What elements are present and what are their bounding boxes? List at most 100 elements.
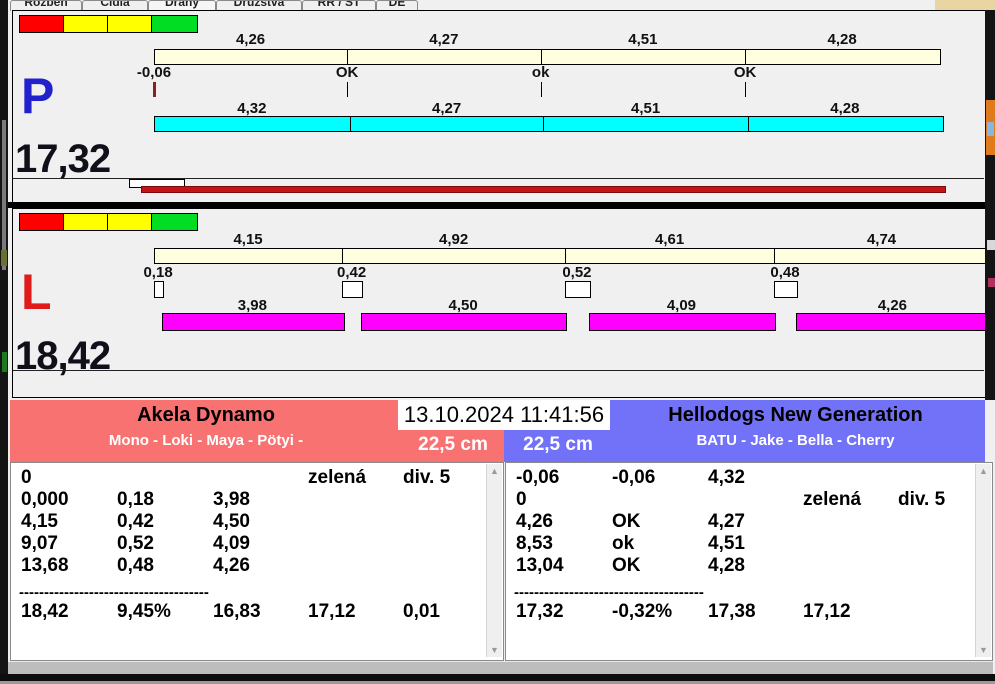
status-square [151, 15, 198, 33]
result-cell: 4,26 [516, 511, 553, 531]
gate-mark-label: -0,06 [114, 64, 194, 79]
status-square [63, 213, 110, 231]
run-bar [154, 116, 944, 132]
exchange-time-label: 0,52 [537, 264, 617, 279]
result-cell: 4,26 [213, 555, 250, 575]
exchange-box [774, 281, 798, 298]
sensor-time-label: 4,28 [802, 31, 882, 46]
exchange-box [342, 281, 363, 298]
results-separator: -------------------------------------- [19, 584, 209, 600]
run-timestamp: 13.10.2024 11:41:56 [398, 400, 610, 430]
scroll-up-icon[interactable]: ▲ [976, 466, 991, 476]
scroll-up-icon[interactable]: ▲ [487, 466, 502, 476]
sensor-bar-divider [342, 249, 343, 263]
run-bar-divider [543, 117, 544, 131]
jump-height-left: 22,5 cm [408, 434, 498, 456]
team-members-right: BATU - Jake - Bella - Cherry [608, 432, 983, 449]
sensor-time-label: 4,15 [208, 231, 288, 246]
status-square [151, 213, 198, 231]
result-total-cell: 17,12 [803, 601, 851, 621]
result-cell: 4,27 [708, 511, 745, 531]
results-list-left[interactable]: 0zelenádiv. 50,0000,183,984,150,424,509,… [10, 462, 504, 661]
result-cell: 0,18 [117, 489, 154, 509]
tab-label: Dráhy [149, 0, 215, 9]
gate-mark-label: OK [705, 64, 785, 79]
result-total-cell: 17,38 [708, 601, 756, 621]
result-total-cell: 18,42 [21, 601, 69, 621]
tab-label: Čidla [83, 0, 147, 9]
exchange-box [154, 281, 164, 298]
sensor-bar-divider [541, 50, 542, 64]
results-list-left-body: 0zelenádiv. 50,0000,183,984,150,424,509,… [11, 463, 485, 658]
desktop-edge-left [0, 0, 8, 674]
scrollbar-right[interactable]: ▲ ▼ [975, 464, 991, 657]
sensor-time-label: 4,74 [842, 231, 922, 246]
tab-label: DE [377, 0, 417, 9]
lane-graph-p: 4,264,274,514,28-0,06OKokOK4,324,274,514… [13, 11, 986, 177]
run-bar [589, 313, 776, 331]
scroll-down-icon[interactable]: ▼ [487, 645, 502, 655]
run-time-label: 4,28 [805, 100, 885, 115]
status-square [63, 15, 110, 33]
exchange-time-label: 0,42 [312, 264, 392, 279]
sensor-bar-divider [774, 249, 775, 263]
result-cell: 9,07 [21, 533, 58, 553]
result-total-cell: 16,83 [213, 601, 261, 621]
sensor-time-label: 4,61 [630, 231, 710, 246]
run-time-label: 4,09 [641, 297, 721, 312]
desktop-icon-fragment [987, 240, 995, 250]
result-cell: div. 5 [403, 467, 450, 487]
scrollbar-left[interactable]: ▲ ▼ [486, 464, 502, 657]
result-total-cell: -0,32% [612, 601, 672, 621]
window-bottom-border [0, 674, 995, 681]
desktop-icon-fragment [987, 122, 994, 136]
team-name-left: Akela Dynamo [10, 404, 402, 427]
result-cell: 0,42 [117, 511, 154, 531]
run-time-label: 4,51 [606, 100, 686, 115]
progress-bar [141, 186, 946, 193]
tab-label: RR / ST [303, 0, 375, 9]
lane-graph-l: 4,154,924,614,740,180,420,520,483,984,50… [13, 209, 986, 369]
result-cell: 0 [516, 489, 527, 509]
exchange-box [565, 281, 591, 298]
gate-tick [347, 82, 348, 97]
desktop-icon-fragment [988, 278, 995, 287]
sensor-bar-divider [745, 50, 746, 64]
team-members-left: Mono - Loki - Maya - Pötyi - [10, 432, 402, 449]
result-cell: 0,000 [21, 489, 69, 509]
results-list-right-body: -0,06-0,064,320zelenádiv. 54,26OK4,278,5… [506, 463, 974, 658]
status-square [107, 15, 154, 33]
result-cell: 3,98 [213, 489, 250, 509]
gate-mark-label: OK [307, 64, 387, 79]
separator-line [13, 370, 984, 371]
exchange-time-label: 0,48 [745, 264, 825, 279]
lane-panel-l: L 18,42 4,154,924,614,740,180,420,520,48… [12, 208, 987, 398]
result-cell: -0,06 [612, 467, 655, 487]
result-cell: OK [612, 555, 641, 575]
screen: RozběhČidlaDráhyDružstvaRR / STDE P 17,3… [0, 0, 995, 684]
run-bar-divider [350, 117, 351, 131]
result-cell: 0,48 [117, 555, 154, 575]
result-cell: 4,51 [708, 533, 745, 553]
run-time-label: 4,26 [852, 297, 932, 312]
sensor-bar [154, 248, 991, 264]
result-cell: 4,28 [708, 555, 745, 575]
run-bar [162, 313, 344, 331]
sensor-bar-divider [347, 50, 348, 64]
result-total-cell: 17,32 [516, 601, 564, 621]
gate-mark-label: ok [501, 64, 581, 79]
status-square [107, 213, 154, 231]
desktop-fleck [1, 250, 7, 266]
result-cell: zelená [308, 467, 366, 487]
run-bar [796, 313, 991, 331]
sensor-time-label: 4,27 [404, 31, 484, 46]
exchange-time-label: 0,18 [118, 264, 198, 279]
team-name-right: Hellodogs New Generation [608, 404, 983, 427]
result-cell: 13,68 [21, 555, 69, 575]
results-list-right[interactable]: -0,06-0,064,320zelenádiv. 54,26OK4,278,5… [505, 462, 993, 661]
run-time-label: 3,98 [212, 297, 292, 312]
scroll-down-icon[interactable]: ▼ [976, 645, 991, 655]
sensor-time-label: 4,26 [211, 31, 291, 46]
gate-tick [745, 82, 746, 97]
result-total-cell: 9,45% [117, 601, 171, 621]
